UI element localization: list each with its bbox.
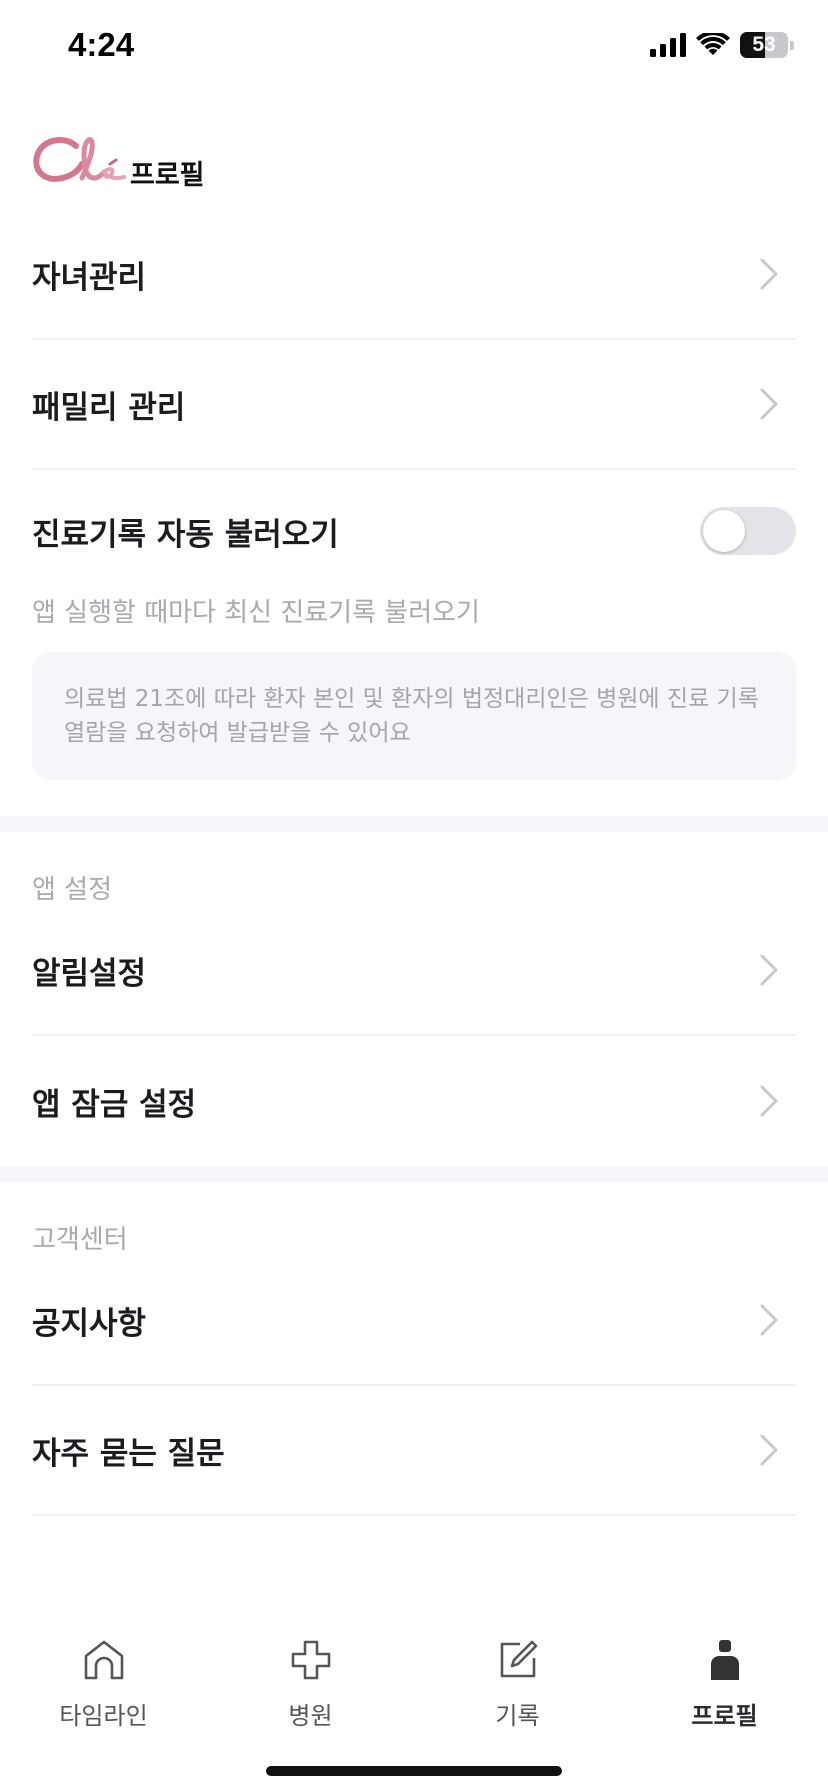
menu-item-app-lock-settings[interactable]: 앱 잠금 설정 xyxy=(32,1036,796,1166)
status-icons: 53 xyxy=(650,32,794,58)
records-sync-description: 앱 실행할 때마다 최신 진료기록 불러오기 xyxy=(32,598,480,628)
records-sync-toggle[interactable] xyxy=(700,507,796,555)
records-sync-label: 진료기록 자동 불러오기 xyxy=(32,516,339,553)
medical-law-notice: 의료법 21조에 따라 환자 본인 및 환자의 법정대리인은 병원에 진료 기록… xyxy=(32,652,796,780)
menu-item-label: 앱 잠금 설정 xyxy=(32,1086,197,1123)
wifi-icon xyxy=(696,33,730,55)
chevron-right-icon xyxy=(760,1304,778,1336)
brand-logo xyxy=(33,137,126,182)
records-sync-row: 진료기록 자동 불러오기 xyxy=(32,470,796,592)
menu-item-family-management[interactable]: 패밀리 관리 xyxy=(32,340,796,470)
tab-timeline[interactable]: 타임라인 xyxy=(0,1638,207,1731)
menu-item-faq[interactable]: 자주 묻는 질문 xyxy=(32,1386,796,1516)
home-indicator xyxy=(266,1766,562,1776)
battery-indicator: 53 xyxy=(740,32,788,58)
tab-hospital[interactable]: 병원 xyxy=(207,1638,414,1731)
menu-item-label: 패밀리 관리 xyxy=(32,389,186,426)
battery-level: 53 xyxy=(752,33,776,56)
page-header: 프로필 xyxy=(32,128,205,198)
battery-cap xyxy=(790,40,794,50)
tab-profile[interactable]: 프로필 xyxy=(621,1638,828,1731)
chevron-right-icon xyxy=(760,1434,778,1466)
menu-item-notices[interactable]: 공지사항 xyxy=(32,1256,796,1386)
settings-list: 자녀관리 패밀리 관리 진료기록 자동 불러오기 앱 실행할 때마다 최신 진료… xyxy=(0,210,828,1516)
bottom-tab-bar: 타임라인 병원 기록 프로필 xyxy=(0,1598,828,1792)
page-title: 프로필 xyxy=(130,160,205,191)
tab-label: 프로필 xyxy=(691,1702,758,1730)
chevron-right-icon xyxy=(760,1085,778,1117)
chevron-right-icon xyxy=(760,954,778,986)
menu-item-label: 공지사항 xyxy=(32,1305,147,1342)
toggle-knob xyxy=(703,510,745,552)
menu-item-label: 알림설정 xyxy=(32,955,147,992)
section-divider xyxy=(0,816,828,832)
menu-item-label: 자녀관리 xyxy=(32,259,147,296)
tab-label: 병원 xyxy=(288,1702,333,1730)
menu-item-child-management[interactable]: 자녀관리 xyxy=(32,210,796,340)
chevron-right-icon xyxy=(760,388,778,420)
menu-item-label: 자주 묻는 질문 xyxy=(32,1435,225,1472)
section-divider xyxy=(0,1166,828,1182)
section-header-app-settings: 앱 설정 xyxy=(32,875,113,905)
menu-item-notification-settings[interactable]: 알림설정 xyxy=(32,906,796,1036)
tab-label: 타임라인 xyxy=(59,1702,148,1730)
edit-icon xyxy=(500,1640,537,1678)
cellular-signal-icon xyxy=(650,33,686,57)
status-bar: 4:24 53 xyxy=(0,0,828,100)
profile-screen: 4:24 53 프로필 자녀관리 패밀리 관리 진료기록 자동 불러오기 앱 실… xyxy=(0,0,828,1792)
section-header-support: 고객센터 xyxy=(32,1225,128,1255)
status-time: 4:24 xyxy=(68,26,135,63)
tab-label: 기록 xyxy=(495,1702,540,1730)
plus-cross-icon xyxy=(291,1640,330,1680)
chevron-right-icon xyxy=(760,258,778,290)
tab-records[interactable]: 기록 xyxy=(414,1638,621,1731)
home-icon xyxy=(84,1640,123,1680)
person-icon xyxy=(710,1640,739,1680)
